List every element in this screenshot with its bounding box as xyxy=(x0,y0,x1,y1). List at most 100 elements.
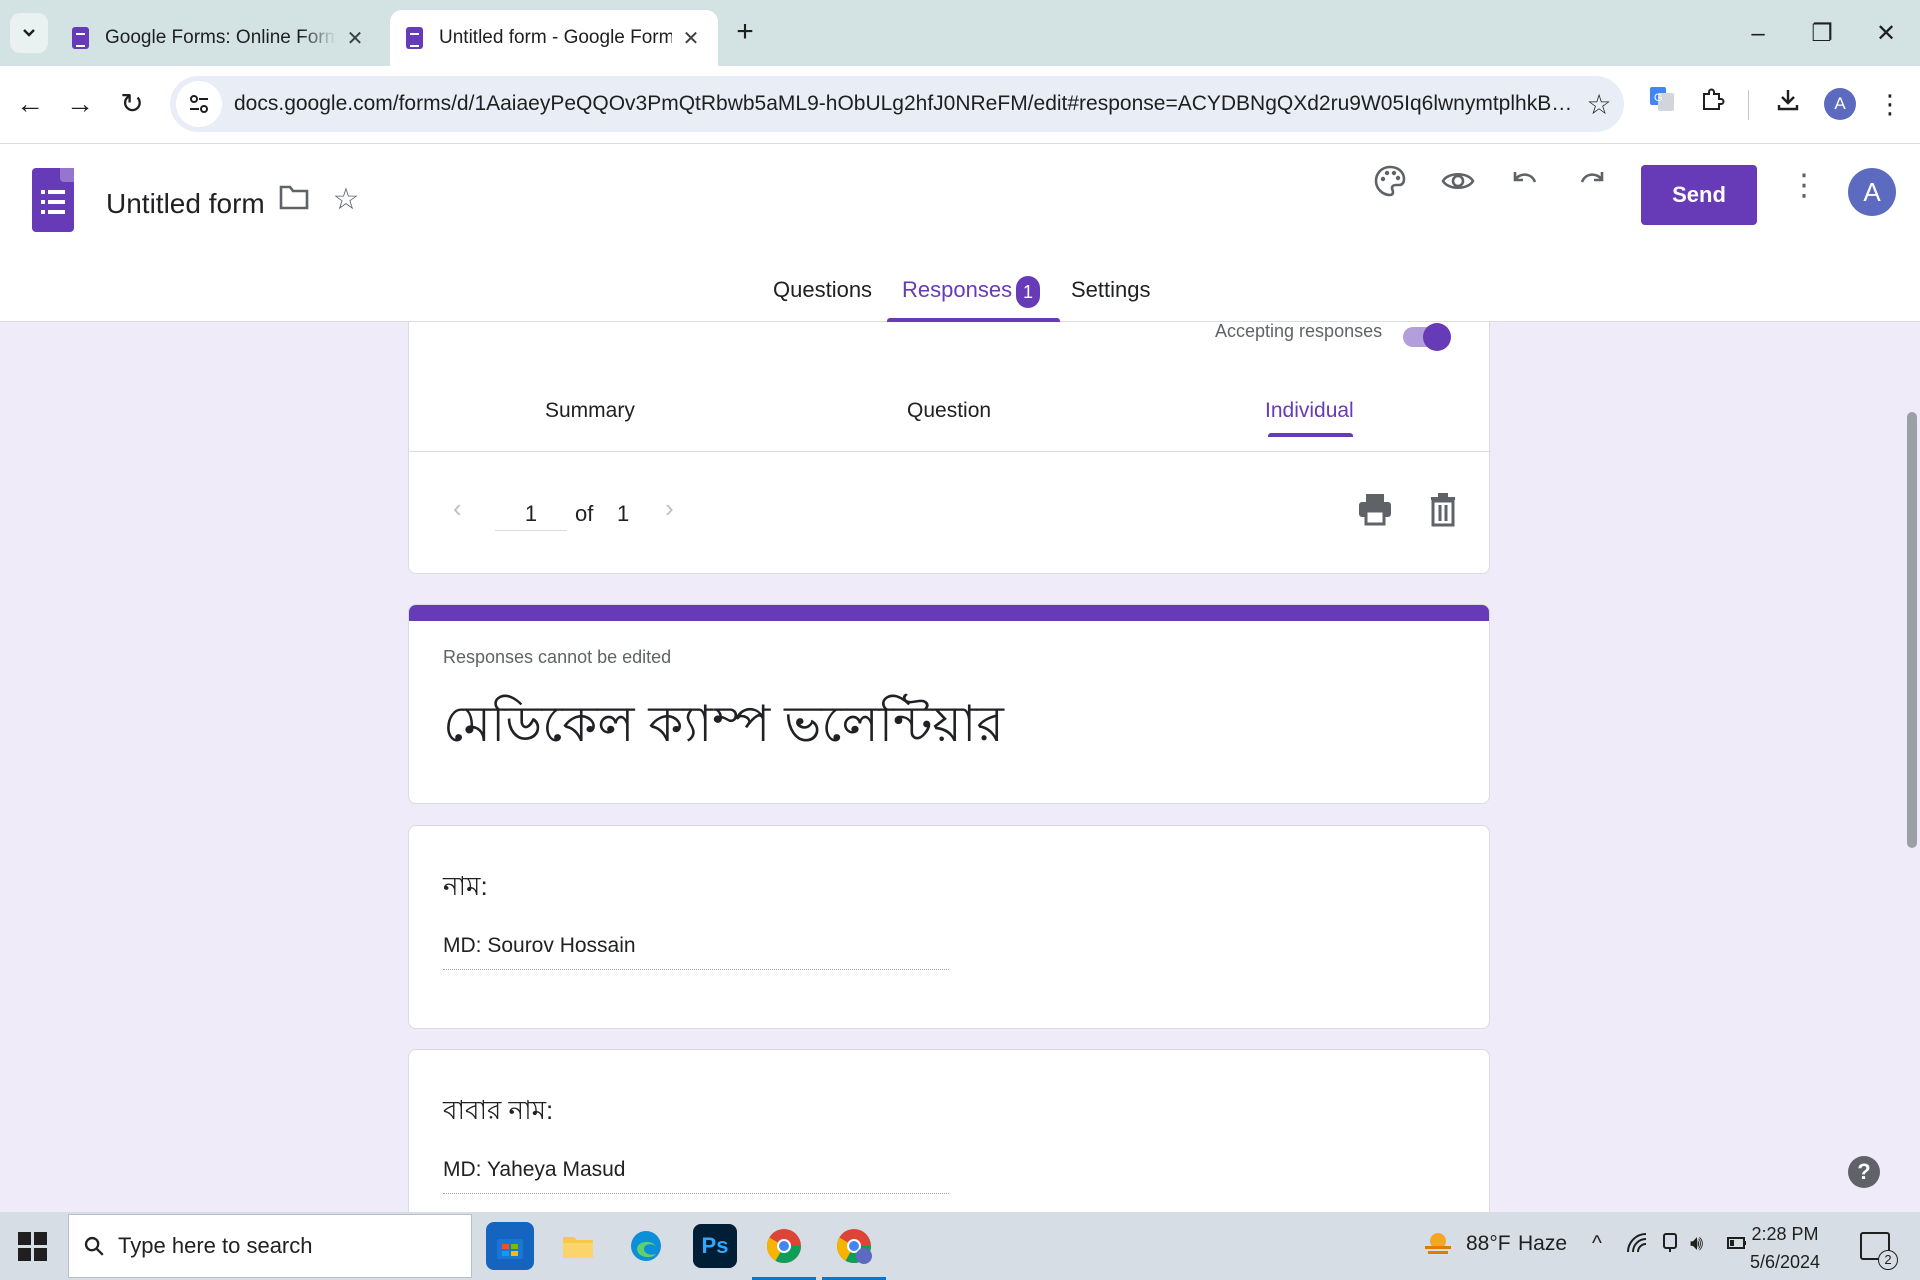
windows-start-icon[interactable] xyxy=(18,1232,48,1262)
question-label: বাবার নাম: xyxy=(443,1095,554,1125)
extensions-puzzle-icon[interactable] xyxy=(1692,84,1732,124)
tray-chevron-up-icon[interactable]: ^ xyxy=(1592,1232,1602,1256)
question-card: নাম: MD: Sourov Hossain xyxy=(408,825,1490,1029)
weather-condition[interactable]: Haze xyxy=(1518,1232,1567,1256)
responses-cannot-be-edited-note: Responses cannot be edited xyxy=(443,647,672,667)
subtab-question[interactable]: Question xyxy=(907,399,991,423)
responses-count-badge: 1 xyxy=(1016,276,1040,308)
tab-title: Google Forms: Online Form Creator | Goog… xyxy=(105,27,336,48)
send-button[interactable]: Send xyxy=(1641,165,1757,225)
page-scrollbar[interactable] xyxy=(1904,322,1920,1212)
download-icon[interactable] xyxy=(1768,84,1808,124)
answer-value: MD: Sourov Hossain xyxy=(443,934,949,970)
photoshop-icon[interactable]: Ps xyxy=(693,1224,737,1268)
question-label: নাম: xyxy=(443,871,488,901)
address-bar[interactable]: docs.google.com/forms/d/1AaiaeyPeQQOv3Pm… xyxy=(170,76,1624,132)
pager-of-label: of xyxy=(575,501,594,526)
battery-icon[interactable] xyxy=(1726,1232,1748,1260)
google-translate-icon[interactable]: G xyxy=(1642,84,1682,124)
network-wifi-icon[interactable] xyxy=(1626,1232,1648,1260)
taskbar-search-placeholder: Type here to search xyxy=(118,1233,313,1258)
window-close-icon[interactable]: ✕ xyxy=(1866,14,1906,54)
restore-icon[interactable]: ❐ xyxy=(1802,14,1842,54)
google-forms-logo-icon[interactable] xyxy=(32,168,74,232)
form-heading: মেডিকেল ক্যাম্প ভলেন্টিয়ার xyxy=(443,696,1004,752)
taskbar-search-box[interactable]: ⚲ Type here to search xyxy=(68,1214,472,1278)
tab-responses-label: Responses xyxy=(902,277,1013,302)
weather-temperature[interactable]: 88°F xyxy=(1466,1232,1511,1256)
site-info-icon[interactable] xyxy=(176,81,222,127)
clock-date: 5/6/2024 xyxy=(1750,1252,1821,1272)
notification-count-badge: 2 xyxy=(1878,1250,1898,1270)
toolbar-separator xyxy=(1748,90,1749,120)
main-tab-bar: Questions Responses 1 Settings xyxy=(0,276,1920,322)
close-icon[interactable]: ✕ xyxy=(680,26,702,51)
browser-tab-google-forms-info[interactable]: Google Forms: Online Form Creator | Goog… xyxy=(56,10,382,66)
customize-theme-palette-icon[interactable] xyxy=(1368,164,1412,208)
browser-menu-kebab-icon[interactable]: ⋮ xyxy=(1870,84,1910,124)
help-question-icon[interactable]: ? xyxy=(1848,1156,1880,1188)
volume-speaker-icon[interactable]: 🔊︎ xyxy=(1690,1232,1703,1256)
close-icon[interactable]: ✕ xyxy=(344,26,366,51)
responses-content: Accepting responses Summary Question Ind… xyxy=(0,322,1920,1212)
next-response-chevron-right-icon[interactable]: › xyxy=(665,493,674,524)
forms-header: Untitled form ☆ Send ⋮ A Questions Respo… xyxy=(0,144,1920,322)
tab-responses[interactable]: Responses xyxy=(887,276,1061,322)
subtab-individual-label: Individual xyxy=(1265,399,1354,422)
minimize-icon[interactable]: – xyxy=(1738,14,1778,54)
print-icon[interactable] xyxy=(1355,489,1395,529)
answer-value: MD: Yaheya Masud xyxy=(443,1158,949,1194)
subtab-divider xyxy=(409,451,1491,452)
form-title[interactable]: Untitled form xyxy=(106,188,265,220)
back-arrow-icon[interactable]: ← xyxy=(10,84,50,124)
previous-response-chevron-left-icon[interactable]: ‹ xyxy=(453,493,462,524)
clock-time: 2:28 PM xyxy=(1751,1224,1819,1244)
browser-tab-strip: Google Forms: Online Form Creator | Goog… xyxy=(0,0,1920,66)
tab-title: Untitled form - Google Forms xyxy=(439,27,672,48)
chevron-down-icon xyxy=(23,29,35,37)
bookmark-star-icon[interactable]: ☆ xyxy=(1574,88,1624,121)
response-page-input[interactable] xyxy=(495,497,567,531)
chrome-profile-icon[interactable] xyxy=(822,1222,886,1280)
subtab-individual[interactable]: Individual xyxy=(1265,399,1354,437)
weather-haze-icon xyxy=(1422,1228,1454,1266)
windows-taskbar: ⚲ Type here to search Ps 88°F Haze ^ 🔊︎ … xyxy=(0,1212,1920,1280)
more-options-kebab-icon[interactable]: ⋮ xyxy=(1782,164,1826,208)
reload-icon[interactable]: ↻ xyxy=(112,84,152,124)
move-to-folder-icon[interactable] xyxy=(272,180,316,224)
account-avatar[interactable]: A xyxy=(1848,168,1896,216)
redo-icon[interactable] xyxy=(1570,164,1614,208)
accepting-responses-toggle[interactable] xyxy=(1403,323,1451,351)
svg-text:G: G xyxy=(1654,92,1663,104)
active-subtab-indicator xyxy=(1268,433,1353,437)
microsoft-store-icon[interactable] xyxy=(486,1222,534,1270)
taskbar-clock[interactable]: 2:28 PM 5/6/2024 xyxy=(1750,1220,1820,1276)
delete-trash-icon[interactable] xyxy=(1423,489,1463,529)
preview-eye-icon[interactable] xyxy=(1436,164,1480,208)
url-text[interactable]: docs.google.com/forms/d/1AaiaeyPeQQOv3Pm… xyxy=(222,92,1574,116)
google-forms-favicon-icon xyxy=(406,27,423,49)
google-forms-favicon-icon xyxy=(72,27,89,49)
star-icon[interactable]: ☆ xyxy=(324,178,368,222)
form-accent-bar xyxy=(409,605,1489,621)
form-header-card: Responses cannot be edited মেডিকেল ক্যাম… xyxy=(408,604,1490,804)
tab-questions[interactable]: Questions xyxy=(773,276,872,322)
file-explorer-icon[interactable] xyxy=(554,1222,602,1270)
browser-toolbar: ← → ↻ docs.google.com/forms/d/1AaiaeyPeQ… xyxy=(0,66,1920,144)
tab-search-button[interactable] xyxy=(10,13,48,53)
chrome-icon[interactable] xyxy=(752,1222,816,1280)
undo-icon[interactable] xyxy=(1503,164,1547,208)
new-tab-plus-icon[interactable]: + xyxy=(728,16,762,50)
meet-now-camera-icon[interactable] xyxy=(1660,1232,1680,1260)
tab-settings[interactable]: Settings xyxy=(1071,276,1151,322)
edge-browser-icon[interactable] xyxy=(622,1222,670,1270)
browser-profile-avatar[interactable]: A xyxy=(1824,88,1856,120)
scrollbar-thumb[interactable] xyxy=(1907,412,1917,848)
question-card: বাবার নাম: MD: Yaheya Masud xyxy=(408,1049,1490,1212)
accepting-responses-label: Accepting responses xyxy=(1215,322,1383,341)
subtab-summary[interactable]: Summary xyxy=(545,399,635,423)
search-icon: ⚲ xyxy=(76,1228,112,1263)
pager-total: 1 xyxy=(617,501,630,526)
forward-arrow-icon[interactable]: → xyxy=(60,84,100,124)
browser-tab-untitled-form[interactable]: Untitled form - Google Forms ✕ xyxy=(390,10,718,66)
